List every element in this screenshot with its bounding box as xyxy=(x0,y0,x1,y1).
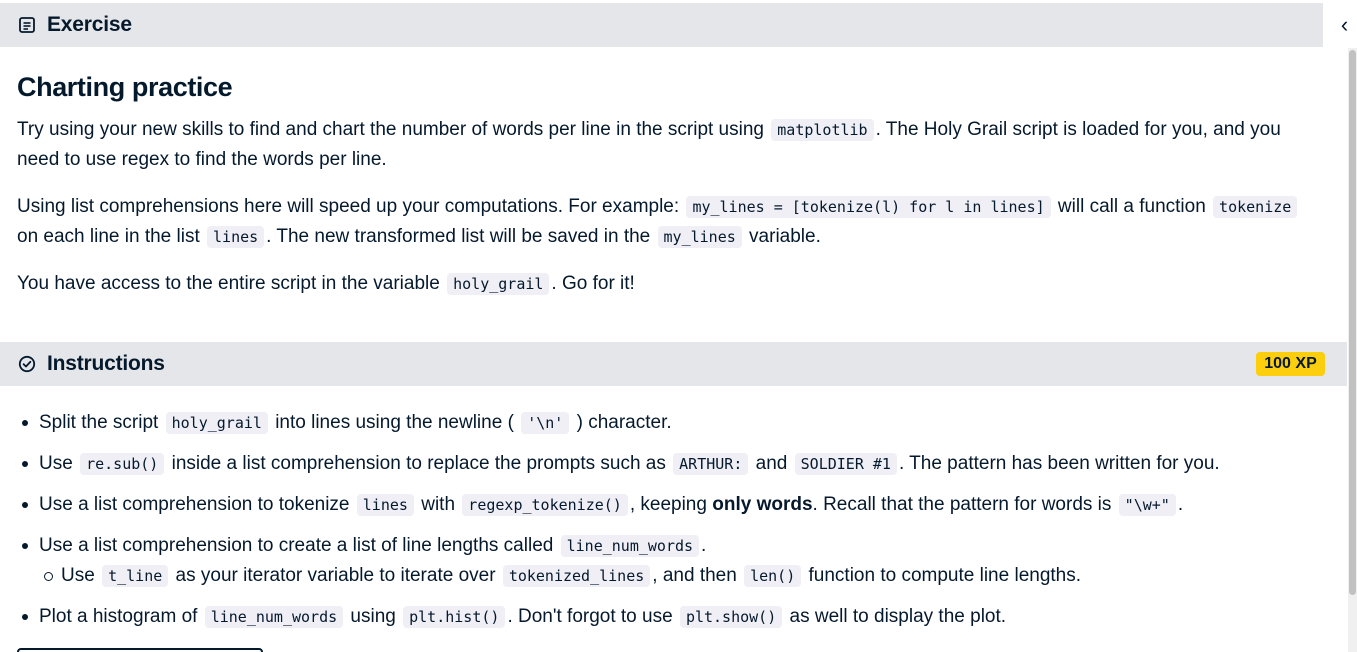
inline-code: t_line xyxy=(102,565,169,587)
inline-code: tokenize xyxy=(1213,196,1298,218)
xp-badge: 100 XP xyxy=(1256,352,1325,376)
inline-code: regexp_tokenize() xyxy=(462,494,628,516)
collapse-panel-button[interactable]: ‹ xyxy=(1332,3,1357,47)
chevron-left-icon: ‹ xyxy=(1340,12,1349,37)
hint-button[interactable] xyxy=(17,648,263,652)
inline-code: tokenized_lines xyxy=(502,565,651,587)
inline-code: "\w+" xyxy=(1118,494,1176,516)
exercise-panel: Exercise ‹ Charting practice Try using y… xyxy=(0,0,1357,652)
inline-code: my_lines xyxy=(657,226,742,248)
inline-code: lines xyxy=(356,494,414,516)
inline-code: ARTHUR: xyxy=(673,453,749,475)
inline-code: '\n' xyxy=(521,412,570,434)
list-item: Plot a histogram of line_num_words using… xyxy=(17,602,1337,632)
inline-code: SOLDIER #1 xyxy=(794,453,897,475)
exercise-header-title: Exercise xyxy=(47,13,132,36)
instructions-header-title: Instructions xyxy=(47,352,165,375)
page-title: Charting practice xyxy=(17,72,233,102)
description-paragraph-3: You have access to the entire script in … xyxy=(17,273,635,295)
description-paragraph-1: Try using your new skills to find and ch… xyxy=(17,119,1281,170)
inline-code: holy_grail xyxy=(447,273,550,295)
inline-code: len() xyxy=(744,565,802,587)
list-item: Split the script holy_grail into lines u… xyxy=(17,408,1337,438)
list-item: Use a list comprehension to tokenize lin… xyxy=(17,490,1337,520)
instructions-list: Split the script holy_grail into lines u… xyxy=(17,408,1337,643)
inline-code: plt.hist() xyxy=(403,606,506,628)
inline-code: re.sub() xyxy=(80,453,165,475)
inline-code: plt.show() xyxy=(679,606,783,628)
sub-list-item: Use t_line as your iterator variable to … xyxy=(39,561,1337,591)
check-circle-icon xyxy=(17,354,37,374)
scrollbar-thumb[interactable] xyxy=(1349,50,1356,595)
bold-text: only words xyxy=(712,494,813,515)
inline-code: matplotlib xyxy=(771,119,874,141)
document-icon xyxy=(17,15,37,35)
exercise-header[interactable]: Exercise xyxy=(0,3,1323,47)
list-item: Use re.sub() inside a list comprehension… xyxy=(17,449,1337,479)
sub-list: Use t_line as your iterator variable to … xyxy=(39,561,1337,591)
inline-code: lines xyxy=(207,226,265,248)
inline-code: line_num_words xyxy=(560,535,700,557)
inline-code: my_lines = [tokenize(l) for l in lines] xyxy=(686,196,1051,218)
inline-code: line_num_words xyxy=(204,606,344,628)
inline-code: holy_grail xyxy=(165,412,268,434)
description-paragraph-2: Using list comprehensions here will spee… xyxy=(17,192,1317,252)
list-item: Use a list comprehension to create a lis… xyxy=(17,531,1337,591)
instructions-header[interactable]: Instructions xyxy=(0,342,1347,386)
